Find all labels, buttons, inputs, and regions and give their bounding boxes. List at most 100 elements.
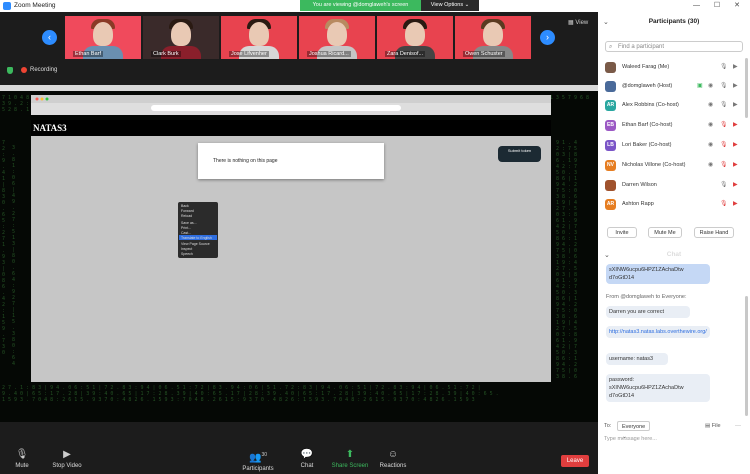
participant-row[interactable]: EB Ethan Barf (Co-host) ◉ 🎙 ▶ (605, 117, 743, 134)
participant-name: Waleed Farag (Me) (622, 64, 670, 70)
chat-scrollbar[interactable] (745, 296, 748, 416)
traffic-lights-icon[interactable] (35, 97, 53, 101)
context-menu: Back Forward Reload Save as... Print... … (178, 202, 218, 258)
participant-row[interactable]: Darren Wilson 🎙 ▶ (605, 177, 743, 194)
context-menu-item[interactable]: Forward (181, 209, 194, 213)
context-menu-item[interactable]: Inspect (181, 247, 192, 251)
video-tile[interactable]: Owen Schuster (455, 16, 531, 59)
tile-name: Clark Burk (151, 51, 181, 57)
invite-button[interactable]: Invite (607, 227, 637, 238)
mute-me-button[interactable]: Mute Me (648, 227, 682, 238)
share-screen-button[interactable]: ⬆ Share Screen (330, 449, 370, 469)
sharing-icon: ▣ (697, 83, 703, 89)
chat-label: Chat (300, 463, 314, 469)
context-menu-item[interactable]: Translate to English (181, 236, 212, 240)
participants-label: Participants (242, 466, 274, 473)
window-title: Zoom Meeting (14, 2, 56, 9)
video-tile[interactable]: Clark Burk (143, 16, 219, 59)
share-screen-icon: ⬆ (345, 449, 355, 460)
participant-name: Nicholas Villone (Co-host) (622, 162, 686, 168)
chat-button[interactable]: 💬 Chat (297, 449, 317, 469)
more-icon[interactable]: ··· (735, 423, 741, 429)
submit-token-button[interactable]: Submit token (498, 146, 541, 162)
stop-video-label: Stop Video (52, 463, 82, 469)
recipient-select[interactable]: Everyone ⌄ (617, 421, 650, 440)
context-menu-item[interactable]: Speech (181, 252, 193, 256)
participants-scrollbar[interactable] (745, 58, 748, 118)
participant-row[interactable]: AR Ashton Rapp 🎙 ▶ (605, 196, 743, 213)
chat-title: Chat (666, 251, 682, 258)
chat-icon: 💬 (300, 449, 314, 460)
eye-icon: ◉ (708, 142, 714, 148)
security-shield-icon (7, 67, 13, 74)
microphone-icon: 🎙 (720, 102, 728, 108)
participant-row[interactable]: LB Lori Baker (Co-host) ◉ 🎙 ▶ (605, 137, 743, 154)
context-menu-item[interactable]: Print... (181, 226, 191, 230)
raise-hand-button[interactable]: Raise Hand (694, 227, 734, 238)
video-off-icon: ▶ (733, 142, 738, 148)
reactions-icon: ☺ (387, 449, 399, 460)
avatar: EB (605, 120, 616, 131)
context-menu-item[interactable]: Cast... (181, 231, 191, 235)
participant-row[interactable]: Waleed Farag (Me) 🎙 ▶ (605, 59, 743, 76)
participant-name: Alex Robbins (Co-host) (622, 102, 679, 108)
tile-name: Joshua Ricard... (307, 51, 351, 57)
reactions-button[interactable]: ☺ Reactions (377, 449, 409, 469)
microphone-muted-icon: 🎙 (720, 122, 728, 128)
video-icon: ▶ (733, 102, 738, 108)
address-bar[interactable] (151, 105, 401, 111)
leave-button[interactable]: Leave (561, 455, 589, 467)
page-text: There is nothing on this page (213, 158, 278, 164)
participants-title: Participants (30) (648, 18, 700, 25)
video-tile[interactable]: Jose Lifvenher (221, 16, 297, 59)
microphone-icon: 🎙 (720, 64, 728, 70)
tile-name: Zara Denisof... (385, 51, 426, 57)
chat-message: username: natas3 (606, 353, 668, 365)
browser-tabs[interactable] (31, 95, 551, 103)
video-off-icon: ▶ (733, 182, 738, 188)
participant-row[interactable]: @domglaweh (Host) ▣ ◉ 🎙 ▶ (605, 78, 743, 95)
viewing-banner: You are viewing @domglaweh's screen (300, 0, 421, 11)
chat-to-label: To: (604, 423, 612, 429)
zoom-logo-icon (3, 2, 11, 10)
recording-label: Recording (30, 67, 58, 73)
context-menu-item[interactable]: View Page Source (181, 242, 210, 246)
chat-message: Darren you are correct (606, 306, 690, 318)
tile-name: Jose Lifvenher (229, 51, 269, 57)
gallery-next-button[interactable]: › (540, 30, 555, 45)
shared-menu-bar (0, 85, 598, 91)
microphone-icon: 🎙 (720, 182, 728, 188)
context-menu-item[interactable]: Save as... (181, 221, 197, 225)
window-controls[interactable]: — ☐ ✕ (693, 1, 746, 9)
search-placeholder: Find a participant (618, 44, 665, 50)
context-menu-item[interactable]: Reload (181, 214, 192, 218)
view-button[interactable]: ▦ View (568, 19, 588, 26)
participant-search-input[interactable]: ⌕ Find a participant (605, 41, 743, 52)
video-tile[interactable]: Zara Denisof... (377, 16, 453, 59)
mute-button[interactable]: 🎙 Mute (12, 449, 32, 469)
participant-row[interactable]: AR Alex Robbins (Co-host) ◉ 🎙 ▶ (605, 97, 743, 114)
video-off-icon: ▶ (733, 162, 738, 168)
search-icon: ⌕ (609, 44, 613, 50)
file-button[interactable]: ▤ File (705, 423, 721, 429)
chat-input[interactable]: Type message here... (604, 436, 657, 442)
video-icon: ▶ (733, 83, 738, 89)
reactions-label: Reactions (379, 463, 407, 469)
participant-row[interactable]: NV Nicholas Villone (Co-host) ◉ 🎙 ▶ (605, 157, 743, 174)
avatar: NV (605, 160, 616, 171)
video-icon: ▶ (733, 64, 738, 70)
participants-button[interactable]: 👥30 Participants (240, 449, 276, 472)
file-icon: ▤ (705, 423, 711, 429)
gallery-prev-button[interactable]: ‹ (42, 30, 57, 45)
participant-name: Darren Wilson (622, 182, 657, 188)
participants-count: 30 (261, 452, 267, 458)
view-options-button[interactable]: View Options ⌄ (421, 0, 479, 11)
microphone-icon: 🎙 (720, 83, 728, 89)
chat-link[interactable]: http://natas3.natas.labs.overthewire.org… (606, 326, 710, 338)
context-menu-item[interactable]: Back (181, 204, 189, 208)
avatar (605, 62, 616, 73)
eye-icon: ◉ (708, 122, 714, 128)
video-tile[interactable]: Joshua Ricard... (299, 16, 375, 59)
video-tile[interactable]: Ethan Barf (65, 16, 141, 59)
stop-video-button[interactable]: ▶ Stop Video (50, 449, 84, 469)
